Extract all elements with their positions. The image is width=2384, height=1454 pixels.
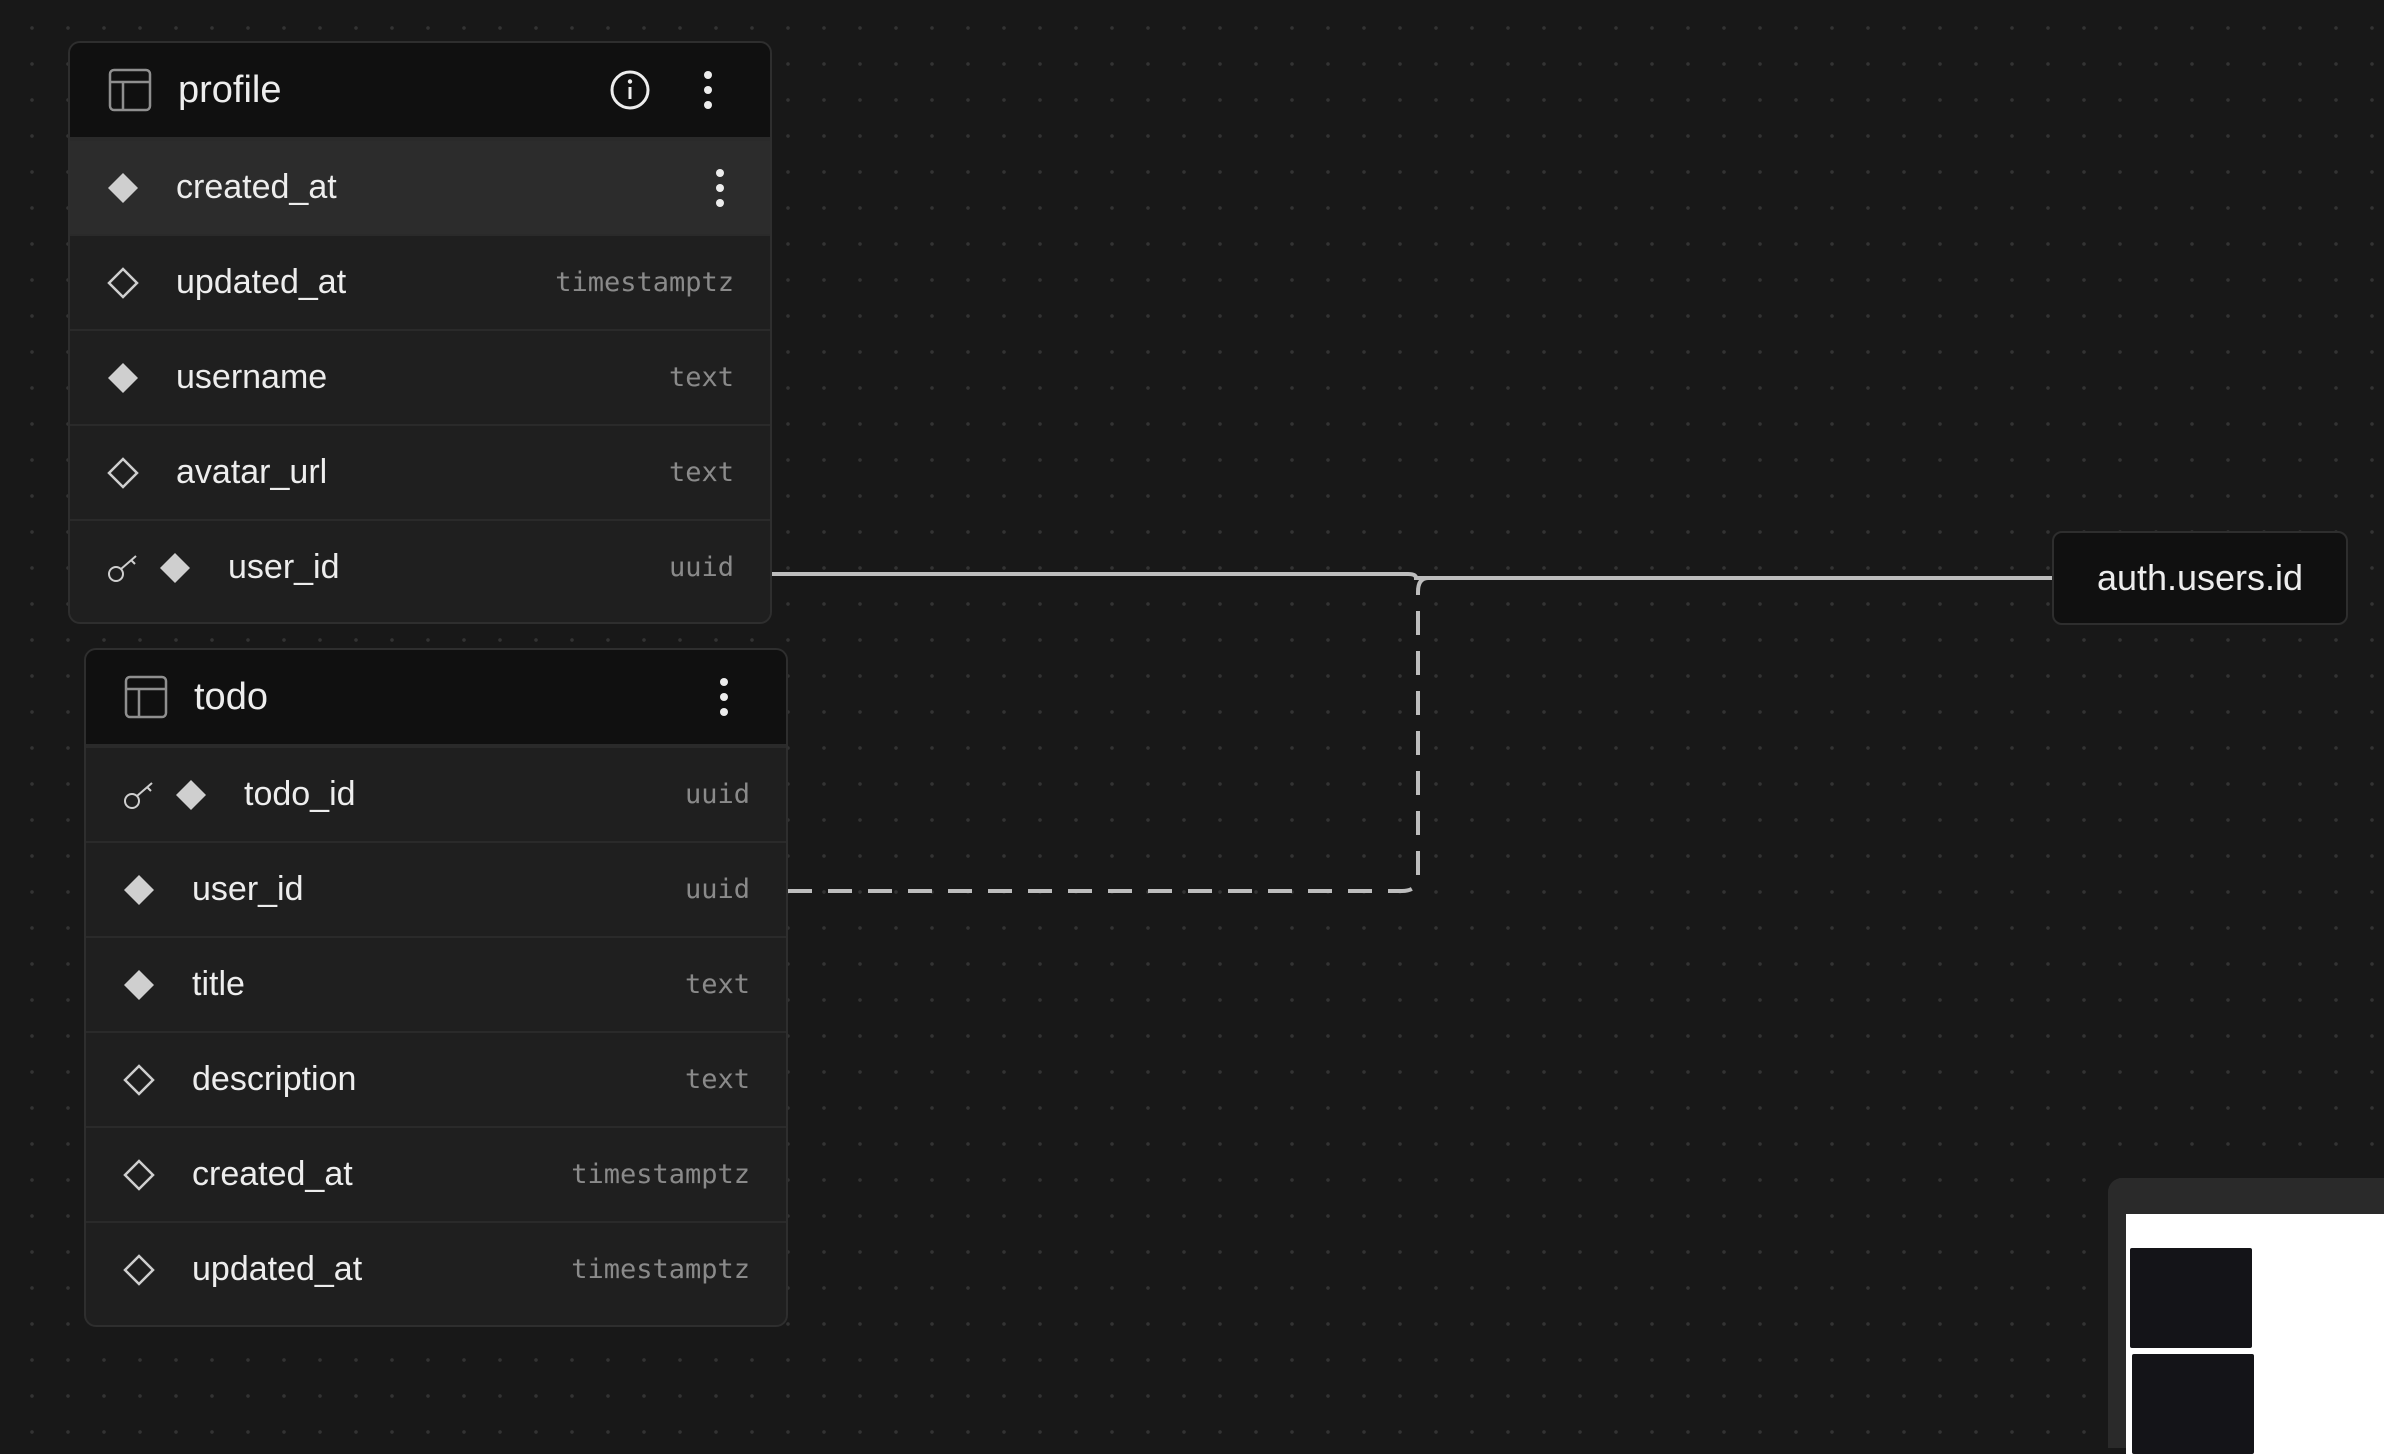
primary-key-icon [106, 551, 140, 585]
column-type: text [668, 457, 734, 488]
column-name: username [176, 358, 328, 396]
column-row-todo-id[interactable]: todo_id uuid [86, 746, 786, 841]
column-row-description[interactable]: description text [86, 1031, 786, 1126]
column-type: text [684, 1064, 750, 1095]
column-name: created_at [192, 1155, 353, 1193]
required-diamond-icon [106, 171, 140, 205]
minimap-node-profile [2130, 1248, 2252, 1348]
column-name: todo_id [244, 775, 356, 813]
nullable-diamond-icon [122, 1253, 156, 1287]
table-name: profile [178, 68, 282, 111]
column-type: uuid [668, 552, 734, 583]
column-type: uuid [684, 779, 750, 810]
required-diamond-icon [106, 361, 140, 395]
nullable-diamond-icon [122, 1158, 156, 1192]
column-name: user_id [192, 870, 304, 908]
table-name: todo [194, 675, 268, 718]
more-vertical-icon[interactable] [700, 162, 740, 214]
minimap-node-todo [2132, 1354, 2254, 1454]
edge-todo-user-id-to-auth-users[interactable] [788, 576, 1429, 893]
table-header-profile: profile [70, 43, 770, 139]
required-diamond-icon [122, 968, 156, 1002]
column-row-user-id[interactable]: user_id uuid [70, 519, 770, 614]
column-row-user-id[interactable]: user_id uuid [86, 841, 786, 936]
nullable-diamond-icon [106, 266, 140, 300]
primary-key-icon [122, 778, 156, 812]
table-icon [108, 68, 152, 112]
required-diamond-icon [158, 551, 192, 585]
edge-profile-user-id-to-auth-users[interactable] [772, 572, 2052, 580]
column-type: text [684, 969, 750, 1000]
column-type: timestamptz [571, 1254, 750, 1285]
column-name: updated_at [192, 1250, 363, 1288]
table-header-todo: todo [86, 650, 786, 746]
column-name: title [192, 965, 245, 1003]
column-type: text [668, 362, 734, 393]
column-type: uuid [684, 874, 750, 905]
column-type: timestamptz [571, 1159, 750, 1190]
column-type: timestamptz [555, 267, 734, 298]
column-row-username[interactable]: username text [70, 329, 770, 424]
nullable-diamond-icon [122, 1063, 156, 1097]
nullable-diamond-icon [106, 456, 140, 490]
column-row-created-at[interactable]: created_at timestamptz [86, 1126, 786, 1221]
column-row-avatar-url[interactable]: avatar_url text [70, 424, 770, 519]
column-row-created-at[interactable]: created_at [70, 139, 770, 234]
column-name: avatar_url [176, 453, 328, 491]
reference-node-auth-users-id[interactable]: auth.users.id [2052, 531, 2348, 625]
table-icon [124, 675, 168, 719]
column-name: user_id [228, 548, 340, 586]
column-row-updated-at[interactable]: updated_at timestamptz [86, 1221, 786, 1316]
minimap[interactable] [2108, 1178, 2384, 1454]
column-name: description [192, 1060, 357, 1098]
column-row-updated-at[interactable]: updated_at timestamptz [70, 234, 770, 329]
column-name: created_at [176, 168, 337, 206]
info-icon[interactable] [604, 64, 656, 116]
reference-label: auth.users.id [2096, 557, 2304, 598]
required-diamond-icon [174, 778, 208, 812]
table-node-todo[interactable]: todo todo_id uuid user_id uuid title tex… [84, 648, 788, 1327]
column-row-title[interactable]: title text [86, 936, 786, 1031]
more-vertical-icon[interactable] [698, 671, 750, 723]
minimap-viewport [2126, 1214, 2384, 1454]
table-node-profile[interactable]: profile created_at updated_at timestampt… [68, 41, 772, 624]
required-diamond-icon [122, 873, 156, 907]
column-name: updated_at [176, 263, 347, 301]
more-vertical-icon[interactable] [682, 64, 734, 116]
